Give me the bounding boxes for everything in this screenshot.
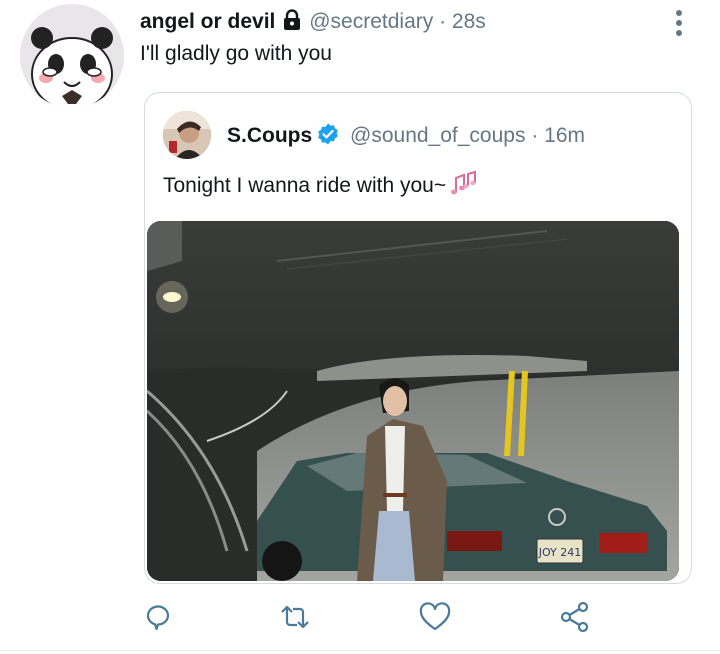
share-icon (560, 601, 589, 633)
retweet-icon (281, 605, 309, 629)
quoted-tweet-text: Tonight I wanna ride with you~ (163, 168, 478, 206)
quoted-author-name[interactable]: S.Coups (227, 124, 312, 147)
music-notes-emoji-icon (448, 168, 478, 206)
reply-button[interactable] (141, 600, 175, 634)
panda-avatar-image (20, 4, 124, 108)
tweet-header: angel or devil @secretdiary · 28s (140, 8, 486, 39)
user-avatar[interactable] (20, 4, 124, 108)
quoted-author-handle[interactable]: @sound_of_coups (350, 124, 525, 147)
verified-badge-icon (316, 122, 340, 154)
quoted-tweet-photo[interactable]: JOY 241 (147, 221, 679, 581)
like-button[interactable] (418, 600, 452, 634)
tunnel-car-photo: JOY 241 (147, 221, 679, 581)
tweet-text: I'll gladly go with you (140, 42, 332, 65)
heart-icon (419, 602, 451, 631)
tweet-divider (0, 650, 720, 651)
share-button[interactable] (558, 600, 592, 634)
lock-icon (281, 9, 303, 39)
quoted-author-avatar[interactable] (163, 111, 211, 159)
reply-icon (146, 605, 170, 631)
author-handle[interactable]: @secretdiary (309, 10, 433, 33)
quoted-tweet-card[interactable]: S.Coups @sound_of_coups · 16m Tonight I … (144, 92, 692, 584)
tweet-time[interactable]: · 28s (439, 10, 486, 33)
quoted-tweet-text-content: Tonight I wanna ride with you~ (163, 174, 447, 197)
more-options-button[interactable] (668, 8, 690, 38)
tweet-action-bar (0, 600, 720, 640)
license-plate-text: JOY 241 (538, 546, 582, 559)
quoted-tweet-header: S.Coups @sound_of_coups · 16m (227, 122, 585, 154)
author-name[interactable]: angel or devil (140, 10, 275, 33)
quoted-tweet-time[interactable]: · 16m (531, 124, 585, 147)
retweet-button[interactable] (278, 600, 312, 634)
more-vertical-icon (676, 10, 682, 36)
